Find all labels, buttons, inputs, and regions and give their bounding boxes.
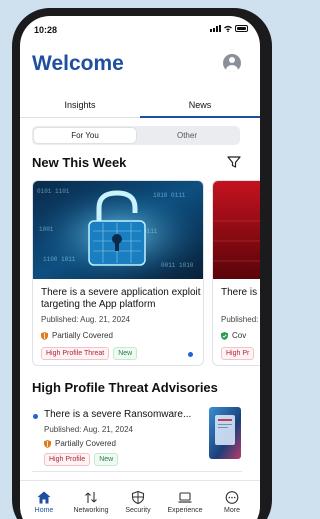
segment-control: For You Other xyxy=(32,126,240,145)
tag-list: High Pr xyxy=(221,347,255,360)
page-title: Welcome xyxy=(32,52,124,75)
app-screen: 10:28 Welcome Insights News For You Othe… xyxy=(20,16,260,519)
news-card[interactable]: 0101 1101 1010 0111 1100 1011 0011 1010 01… xyxy=(32,180,204,366)
wifi-icon xyxy=(224,25,232,32)
padlock-image: 0101 11011010 0111 1100 10110011 1010 01… xyxy=(33,181,203,279)
security-icon xyxy=(131,491,145,504)
unread-indicator xyxy=(188,352,193,357)
news-card-image xyxy=(213,181,260,279)
covered-shield-icon xyxy=(221,331,228,340)
signal-icon xyxy=(210,25,221,32)
svg-text:0011 1010: 0011 1010 xyxy=(161,262,194,269)
news-card-title: There is a severe exploit xyxy=(221,287,260,298)
tag-list: High Profile New xyxy=(44,453,119,466)
svg-text:0101 1101: 0101 1101 xyxy=(37,188,70,195)
nav-home[interactable]: Home xyxy=(22,491,66,514)
bottom-nav: Home Networking Security Experience More xyxy=(20,480,260,519)
nav-label: Networking xyxy=(73,507,109,514)
news-card-date: Published: xyxy=(221,315,259,324)
news-card-title: There is a severe application exploit ta… xyxy=(41,287,201,310)
nav-label: Experience xyxy=(167,507,203,514)
nav-more[interactable]: More xyxy=(210,491,254,514)
svg-text:1010 0111: 1010 0111 xyxy=(153,192,186,199)
advisory-thumbnail xyxy=(209,407,241,459)
section-title-new-this-week: New This Week xyxy=(32,155,127,170)
nav-security[interactable]: Security xyxy=(116,491,160,514)
segment-for-you[interactable]: For You xyxy=(34,128,136,143)
coverage-label: Cov xyxy=(232,331,247,340)
home-icon xyxy=(37,491,51,504)
advisory-date: Published: Aug. 21, 2024 xyxy=(44,425,133,434)
tag-high-profile-threat: High Profile Threat xyxy=(41,347,110,360)
svg-text:1001: 1001 xyxy=(39,226,54,233)
avatar[interactable] xyxy=(223,54,241,72)
tag-list: High Profile Threat New xyxy=(41,347,138,360)
unread-indicator xyxy=(33,414,38,419)
status-bar: 10:28 xyxy=(20,16,260,42)
avatar-head xyxy=(229,57,235,63)
status-icons xyxy=(210,25,248,32)
news-card-image: 0101 1101 1010 0111 1100 1011 0011 1010 01… xyxy=(33,181,203,279)
section-title-advisories: High Profile Threat Advisories xyxy=(32,380,218,395)
nav-label: Home xyxy=(34,507,54,514)
nav-label: More xyxy=(224,507,240,514)
tag-high-profile: High Pr xyxy=(221,347,255,360)
news-card-date: Published: Aug. 21, 2024 xyxy=(41,315,130,324)
advisory-title: There is a severe Ransomware... xyxy=(44,409,192,420)
nav-experience[interactable]: Experience xyxy=(163,491,207,514)
red-threat-image xyxy=(213,181,260,279)
news-card[interactable]: There is a severe exploit Published: Cov… xyxy=(212,180,260,366)
coverage-status: Cov xyxy=(221,331,246,340)
partial-shield-icon xyxy=(44,439,51,448)
networking-icon xyxy=(85,492,97,503)
avatar-body xyxy=(226,65,238,72)
ransomware-image xyxy=(209,407,241,459)
nav-label: Security xyxy=(125,507,151,514)
main-tabs: Insights News xyxy=(20,92,260,118)
svg-text:1100 1011: 1100 1011 xyxy=(43,256,76,263)
partial-shield-icon xyxy=(41,331,48,340)
experience-icon xyxy=(178,492,192,503)
coverage-status: Partially Covered xyxy=(41,331,113,340)
tag-high-profile: High Profile xyxy=(44,453,91,466)
tag-new: New xyxy=(94,453,119,466)
coverage-label: Partially Covered xyxy=(52,331,113,340)
battery-icon xyxy=(235,25,248,32)
status-time: 10:28 xyxy=(34,25,58,35)
coverage-label: Partially Covered xyxy=(55,439,116,448)
segment-other[interactable]: Other xyxy=(136,128,238,143)
coverage-status: Partially Covered xyxy=(44,439,116,448)
tag-new: New xyxy=(113,347,138,360)
divider xyxy=(32,471,242,472)
nav-networking[interactable]: Networking xyxy=(69,491,113,514)
filter-icon[interactable] xyxy=(227,156,241,168)
tab-news[interactable]: News xyxy=(140,92,260,118)
more-icon xyxy=(225,491,239,504)
tab-insights[interactable]: Insights xyxy=(20,92,140,117)
